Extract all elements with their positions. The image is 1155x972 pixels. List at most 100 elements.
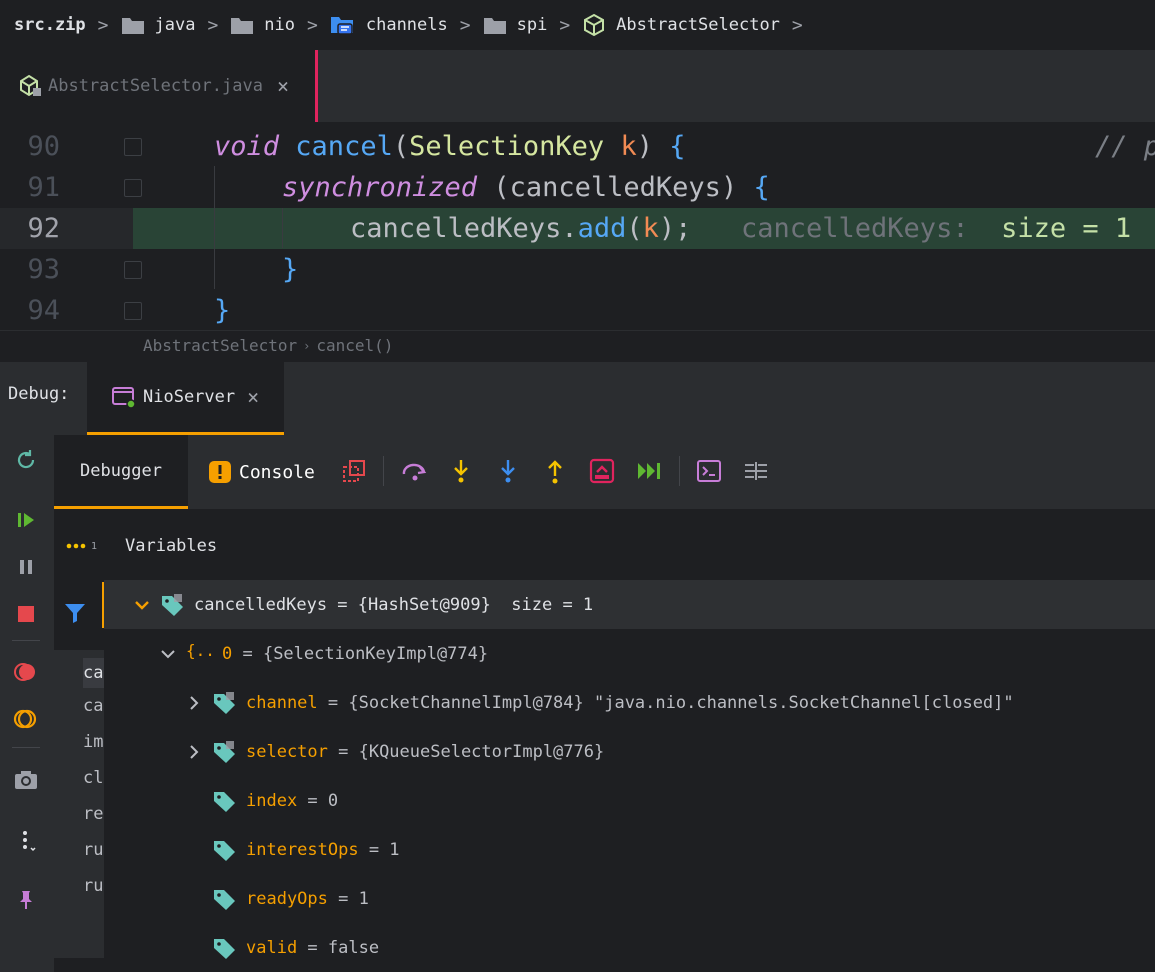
frame-item[interactable]: ca <box>83 694 104 718</box>
line-number: 92 <box>27 213 60 244</box>
fold-marker-icon[interactable] <box>124 261 142 279</box>
code-text: } <box>214 295 231 326</box>
chevron-right-icon[interactable] <box>184 695 204 711</box>
breadcrumb-separator: > <box>97 14 109 36</box>
variable-name: interestOps <box>246 839 359 860</box>
breadcrumb-spi[interactable]: spi <box>483 15 548 35</box>
field-tag-icon <box>212 740 238 764</box>
run-to-cursor-icon[interactable] <box>636 458 662 484</box>
breadcrumb-label: spi <box>516 15 548 35</box>
field-tag-icon <box>212 691 238 715</box>
navigation-breadcrumb: src.zip > java > nio > channels > spi > … <box>0 0 1155 50</box>
debug-label: Debug: <box>8 384 70 404</box>
chevron-down-icon[interactable] <box>158 648 178 660</box>
force-step-into-icon[interactable] <box>495 458 521 484</box>
camera-icon[interactable] <box>13 767 39 793</box>
variables-title: Variables <box>125 536 218 556</box>
variable-name: 0 <box>222 643 233 664</box>
frames-options-icon[interactable]: 1 <box>66 540 97 552</box>
breadcrumb-src-zip[interactable]: src.zip <box>14 15 86 35</box>
code-text: synchronized (cancelledKeys) { <box>282 172 770 203</box>
breadcrumb-java[interactable]: java <box>121 15 195 35</box>
code-text: cancelledKeys.add(k); <box>350 213 692 244</box>
breadcrumb-separator: > <box>559 14 571 36</box>
filter-icon[interactable] <box>64 601 86 629</box>
code-line: 91 synchronized (cancelledKeys) { <box>0 167 1155 208</box>
frames-options-badge: 1 <box>91 541 98 552</box>
variable-value: = {KQueueSelectorImpl@776} <box>327 741 605 762</box>
fold-marker-icon[interactable] <box>124 138 142 156</box>
variable-row-readyops[interactable]: readyOps = 1 <box>104 874 1155 923</box>
step-into-icon[interactable] <box>448 458 474 484</box>
more-options-icon[interactable] <box>13 828 39 854</box>
field-tag-icon <box>160 593 186 617</box>
array-element-icon: {..} <box>186 640 225 667</box>
view-breakpoints-icon[interactable] <box>13 659 39 685</box>
rerun-icon[interactable] <box>13 447 39 473</box>
editor-tab-abstractselector[interactable]: AbstractSelector.java × <box>0 50 318 122</box>
structure-breadcrumb: AbstractSelector › cancel() <box>0 330 1155 360</box>
structure-method[interactable]: cancel() <box>316 336 393 355</box>
step-out-icon[interactable] <box>542 458 568 484</box>
breadcrumb-channels[interactable]: channels <box>330 14 448 36</box>
frame-item[interactable]: ru <box>83 874 104 898</box>
trace-settings-icon[interactable] <box>743 458 769 484</box>
frame-item[interactable]: ru <box>83 838 104 862</box>
breadcrumb-separator: > <box>791 14 803 36</box>
chevron-down-icon[interactable] <box>132 599 152 611</box>
variable-row-channel[interactable]: channel = {SocketChannelImpl@784} "java.… <box>104 678 1155 727</box>
variable-name: selector <box>246 741 328 762</box>
folder-icon <box>483 15 507 35</box>
code-editor[interactable]: 90 void cancel(SelectionKey k) { // p 91… <box>0 124 1155 330</box>
chevron-right-icon[interactable] <box>184 744 204 760</box>
tab-debugger[interactable]: Debugger <box>54 435 188 509</box>
variable-row-valid[interactable]: valid = false <box>104 923 1155 972</box>
code-line: 93 } <box>0 249 1155 290</box>
fold-marker-icon[interactable] <box>124 179 142 197</box>
editor-tab-label: AbstractSelector.java <box>48 76 263 96</box>
structure-class[interactable]: AbstractSelector <box>143 336 297 355</box>
variable-row-0[interactable]: {..} 0 = {SelectionKeyImpl@774} <box>104 629 1155 678</box>
close-tab-icon[interactable]: × <box>277 74 289 98</box>
breadcrumb-separator: > <box>459 14 471 36</box>
close-session-icon[interactable]: × <box>247 385 259 409</box>
pin-icon[interactable] <box>13 887 39 913</box>
code-line-execution-point: 92 cancelledKeys.add(k); cancelledKeys: … <box>0 208 1155 249</box>
variable-row-cancelledkeys[interactable]: cancelledKeys = {HashSet@909} size = 1 <box>104 580 1155 629</box>
code-line: 94 } <box>0 290 1155 331</box>
frame-item[interactable]: cl <box>83 766 104 790</box>
variable-name: readyOps <box>246 888 328 909</box>
mute-breakpoints-icon[interactable] <box>13 706 39 732</box>
session-tab-label: NioServer <box>143 387 236 407</box>
debug-session-tab[interactable]: NioServer × <box>87 362 284 435</box>
frame-item[interactable]: re <box>83 802 104 826</box>
drop-frame-icon[interactable] <box>589 458 615 484</box>
breadcrumb-label: channels <box>365 15 448 35</box>
evaluate-expression-icon[interactable] <box>696 458 722 484</box>
abstract-class-icon <box>18 74 42 98</box>
restore-layout-icon[interactable] <box>341 458 367 484</box>
indent-guide <box>214 166 215 289</box>
breadcrumb-label: nio <box>264 15 296 35</box>
field-tag-icon <box>212 887 238 911</box>
breadcrumb-nio[interactable]: nio <box>230 15 295 35</box>
variable-row-index[interactable]: index = 0 <box>104 776 1155 825</box>
fold-marker-icon[interactable] <box>124 302 142 320</box>
variable-row-selector[interactable]: selector = {KQueueSelectorImpl@776} <box>104 727 1155 776</box>
pause-icon[interactable] <box>13 554 39 580</box>
tab-console[interactable]: Console <box>208 456 315 488</box>
frame-item[interactable]: ca <box>83 658 104 688</box>
breadcrumb-label: src.zip <box>14 15 86 35</box>
resume-icon[interactable] <box>13 507 39 533</box>
field-tag-icon <box>212 838 238 862</box>
variable-value: = {HashSet@909} size = 1 <box>327 594 594 615</box>
variable-value: = 1 <box>327 888 369 909</box>
variable-row-interestops[interactable]: interestOps = 1 <box>104 825 1155 874</box>
line-number: 94 <box>27 295 60 326</box>
step-over-icon[interactable] <box>401 458 427 484</box>
code-line: 90 void cancel(SelectionKey k) { // p <box>0 126 1155 167</box>
breadcrumb-abstractselector[interactable]: AbstractSelector <box>582 13 780 37</box>
frame-item[interactable]: im <box>83 730 104 754</box>
stop-icon[interactable] <box>13 601 39 627</box>
package-folder-icon <box>330 14 356 36</box>
